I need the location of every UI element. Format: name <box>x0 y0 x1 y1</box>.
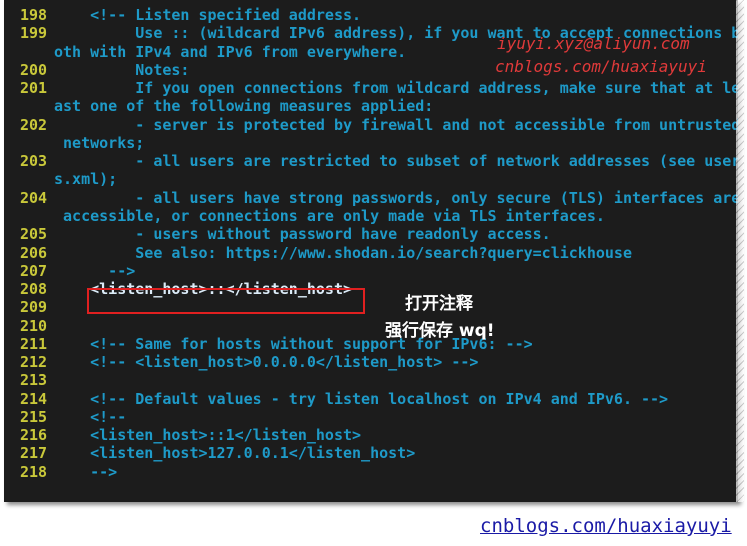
line-text: accessible, or connections are only made… <box>54 206 605 225</box>
annotation-force-save: 强行保存 wq! <box>385 321 495 341</box>
line-number: 217 <box>20 444 48 463</box>
code-line: 206 See also: https://www.shodan.io/sear… <box>4 244 738 262</box>
code-line: accessible, or connections are only made… <box>4 207 738 225</box>
code-line: s.xml); <box>4 170 738 188</box>
line-number: 200 <box>20 60 48 79</box>
line-text: - all users are restricted to subset of … <box>54 152 738 171</box>
line-text: <listen_host>127.0.0.1</listen_host> <box>54 444 416 463</box>
line-text: networks; <box>54 133 145 152</box>
watermark-site: cnblogs.com/huaxiayuyi <box>495 57 707 76</box>
line-number: 204 <box>20 188 48 207</box>
line-number: 212 <box>20 353 48 372</box>
code-line: 205 - users without password have readon… <box>4 225 738 243</box>
line-number: 207 <box>20 261 48 280</box>
line-number: 211 <box>20 334 48 353</box>
line-number: 209 <box>20 298 48 317</box>
code-line: 203 - all users are restricted to subset… <box>4 152 738 170</box>
line-text: See also: https://www.shodan.io/search?q… <box>54 243 632 262</box>
code-line: 212 <!-- <listen_host>0.0.0.0</listen_ho… <box>4 353 738 371</box>
code-line: 217 <listen_host>127.0.0.1</listen_host> <box>4 444 738 462</box>
code-line: 202 - server is protected by firewall an… <box>4 116 738 134</box>
line-text: s.xml); <box>54 170 118 189</box>
line-number: 202 <box>20 115 48 134</box>
line-number: 210 <box>20 316 48 335</box>
line-number: 199 <box>20 24 48 43</box>
line-number: 201 <box>20 79 48 98</box>
line-number: 198 <box>20 6 48 24</box>
annotation-open-comment: 打开注释 <box>405 294 473 314</box>
line-text: - all users have strong passwords, only … <box>54 188 738 207</box>
line-number: 205 <box>20 225 48 244</box>
terminal-editor: 198 <!-- Listen specified address. 199 Us… <box>4 0 738 502</box>
watermark-email: iyuyi.xyz@aliyun.com <box>497 34 690 53</box>
line-number: 215 <box>20 407 48 426</box>
line-number: 213 <box>20 371 48 390</box>
code-line: 216 <listen_host>::1</listen_host> <box>4 426 738 444</box>
line-number: 216 <box>20 426 48 445</box>
code-line: ast one of the following measures applie… <box>4 97 738 115</box>
code-line: 207 --> <box>4 262 738 280</box>
line-text: - server is protected by firewall and no… <box>54 115 738 134</box>
code-line: 201 If you open connections from wildcar… <box>4 79 738 97</box>
line-number: 214 <box>20 389 48 408</box>
line-text: oth with IPv4 and IPv6 from everywhere. <box>54 42 407 61</box>
code-line: 204 - all users have strong passwords, o… <box>4 189 738 207</box>
torn-edge <box>736 0 744 502</box>
highlight-box <box>87 288 365 314</box>
footer-link[interactable]: cnblogs.com/huaxiayuyi <box>480 515 732 537</box>
code-line: 215 <!-- <box>4 408 738 426</box>
line-text: --> <box>54 462 118 481</box>
line-text: ast one of the following measures applie… <box>54 97 434 116</box>
line-text: <!-- <listen_host>0.0.0.0</listen_host> … <box>54 353 479 372</box>
code-line: 213 <box>4 371 738 389</box>
code-line: 218 --> <box>4 463 738 481</box>
line-text: <!-- Default values - try listen localho… <box>54 389 669 408</box>
code-line: networks; <box>4 134 738 152</box>
line-number: 203 <box>20 152 48 171</box>
line-text: - users without password have readonly a… <box>54 225 551 244</box>
line-number: 206 <box>20 243 48 262</box>
line-number: 208 <box>20 280 48 299</box>
code-line: 210 <box>4 317 738 335</box>
line-text: --> <box>54 261 136 280</box>
code-line: 211 <!-- Same for hosts without support … <box>4 335 738 353</box>
line-text: <listen_host>::1</listen_host> <box>54 426 362 445</box>
line-number: 218 <box>20 462 48 481</box>
line-text: <!-- <box>54 407 127 426</box>
code-line: 198 <!-- Listen specified address. <box>4 6 738 24</box>
line-text: Notes: <box>54 60 190 79</box>
code-line: 214 <!-- Default values - try listen loc… <box>4 390 738 408</box>
line-text: <!-- Listen specified address. <box>54 6 362 24</box>
line-text: If you open connections from wildcard ad… <box>54 79 738 98</box>
